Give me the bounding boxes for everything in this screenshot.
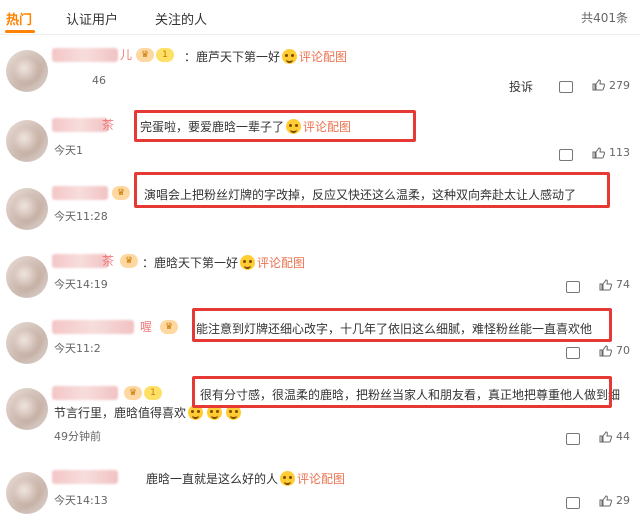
reply-icon[interactable] bbox=[565, 346, 580, 359]
comment-image-link[interactable]: 评论配图 bbox=[297, 472, 345, 486]
comment-image-link[interactable]: 评论配图 bbox=[257, 256, 305, 270]
highlight-box bbox=[192, 376, 612, 408]
thumb-up-icon bbox=[599, 278, 612, 291]
comment-time: 今天11:2 bbox=[54, 342, 101, 355]
comment-item: 茶 ♛ ：鹿晗天下第一好 评论配图 今天14:19 74 bbox=[0, 246, 640, 314]
report-button[interactable]: 投诉 bbox=[509, 80, 533, 94]
reply-icon[interactable] bbox=[565, 280, 580, 293]
username-blurred[interactable] bbox=[52, 118, 108, 132]
username-suffix: 茶 bbox=[102, 254, 115, 268]
comment-count: 共401条 bbox=[581, 11, 628, 25]
thumb-up-icon bbox=[599, 430, 612, 443]
level-badge-icon: 1 bbox=[144, 386, 162, 400]
emoji-icon bbox=[240, 255, 256, 270]
emoji-icon bbox=[280, 471, 296, 486]
tab-following[interactable]: 关注的人 bbox=[155, 9, 207, 28]
username-blurred[interactable] bbox=[52, 386, 118, 400]
comment-text: ：鹿晗天下第一好 评论配图 bbox=[142, 255, 306, 270]
highlight-box bbox=[192, 308, 612, 342]
avatar[interactable] bbox=[6, 188, 48, 230]
comment-time: 今天14:19 bbox=[54, 278, 108, 291]
comment-item: ♛ 演唱会上把粉丝灯牌的字改掉，反应又快还这么温柔，这种双向奔赴太让人感动了 今… bbox=[0, 172, 640, 246]
like-button[interactable]: 29 bbox=[599, 494, 630, 507]
comment-actions: 70 bbox=[565, 344, 630, 360]
like-button[interactable]: 113 bbox=[592, 146, 630, 159]
comment-actions: 113 bbox=[558, 146, 630, 162]
fan-badge-icon: ♛ bbox=[160, 320, 178, 334]
like-button[interactable]: 44 bbox=[599, 430, 630, 443]
avatar[interactable] bbox=[6, 322, 48, 364]
highlight-box bbox=[134, 110, 416, 142]
comment-actions: 44 bbox=[565, 430, 630, 446]
username-suffix: 儿 bbox=[120, 48, 133, 62]
level-badge-icon: 1 bbox=[156, 48, 174, 62]
comment-time: 今天11:28 bbox=[54, 210, 108, 223]
username-blurred[interactable] bbox=[52, 470, 118, 484]
username-blurred[interactable] bbox=[52, 186, 108, 200]
comment-actions: 29 bbox=[565, 494, 630, 510]
username-blurred[interactable] bbox=[52, 254, 108, 268]
tab-hot[interactable]: 热门 bbox=[6, 9, 32, 28]
avatar[interactable] bbox=[6, 50, 48, 92]
reply-icon[interactable] bbox=[558, 81, 573, 93]
reply-icon[interactable] bbox=[558, 148, 573, 161]
comment-item: 儿 ♛ 1 ：鹿芦天下第一好 评论配图 46 投诉 279 bbox=[0, 40, 640, 108]
comment-time: 49分钟前 bbox=[54, 430, 101, 443]
like-button[interactable]: 74 bbox=[599, 278, 630, 291]
comment-time: 46 bbox=[92, 74, 106, 87]
comment-item: 鹿晗一直就是这么好的人 评论配图 今天14:13 29 bbox=[0, 462, 640, 516]
tab-verified-users[interactable]: 认证用户 bbox=[66, 9, 118, 28]
avatar[interactable] bbox=[6, 256, 48, 298]
comment-item: 茶 完蛋啦，要爱鹿晗一辈子了 评论配图 今天1 113 bbox=[0, 110, 640, 178]
reply-icon[interactable] bbox=[565, 432, 580, 445]
comment-item: 喔 ♛ 能注意到灯牌还细心改字，十几年了依旧这么细腻，难怪粉丝能一直喜欢他 今天… bbox=[0, 308, 640, 380]
username-blurred[interactable] bbox=[52, 48, 118, 62]
thumb-up-icon bbox=[592, 146, 605, 159]
fan-badge-icon: ♛ bbox=[124, 386, 142, 400]
highlight-box bbox=[134, 172, 610, 208]
comment-time: 今天14:13 bbox=[54, 494, 108, 507]
thumb-up-icon bbox=[599, 494, 612, 507]
comment-text: ：鹿芦天下第一好 评论配图 bbox=[184, 49, 348, 64]
reply-icon[interactable] bbox=[565, 496, 580, 509]
username-suffix: 茶 bbox=[102, 118, 115, 132]
fan-badge-icon: ♛ bbox=[120, 254, 138, 268]
active-tab-indicator bbox=[5, 30, 35, 33]
username-blurred[interactable] bbox=[52, 320, 134, 334]
comment-item: ♛ 1 很有分寸感，很温柔的鹿晗，把粉丝当家人和朋友看，真正地把尊重他人做到细 … bbox=[0, 376, 640, 448]
comment-image-link[interactable]: 评论配图 bbox=[299, 50, 347, 64]
thumb-up-icon bbox=[592, 79, 605, 91]
like-button[interactable]: 279 bbox=[592, 79, 630, 92]
comment-tabs: 热门 认证用户 关注的人 共401条 bbox=[0, 0, 640, 35]
fan-badge-icon: ♛ bbox=[112, 186, 130, 200]
avatar[interactable] bbox=[6, 388, 48, 430]
avatar[interactable] bbox=[6, 120, 48, 162]
thumb-up-icon bbox=[599, 344, 612, 357]
comment-time: 今天1 bbox=[54, 144, 83, 157]
emoji-icon bbox=[282, 49, 298, 64]
like-button[interactable]: 70 bbox=[599, 344, 630, 357]
fan-badge-icon: ♛ bbox=[136, 48, 154, 62]
comment-text: 鹿晗一直就是这么好的人 评论配图 bbox=[146, 471, 346, 486]
avatar[interactable] bbox=[6, 472, 48, 514]
username-suffix: 喔 bbox=[140, 320, 153, 334]
comment-actions: 74 bbox=[565, 278, 630, 294]
comment-actions: 投诉 279 bbox=[509, 78, 630, 95]
